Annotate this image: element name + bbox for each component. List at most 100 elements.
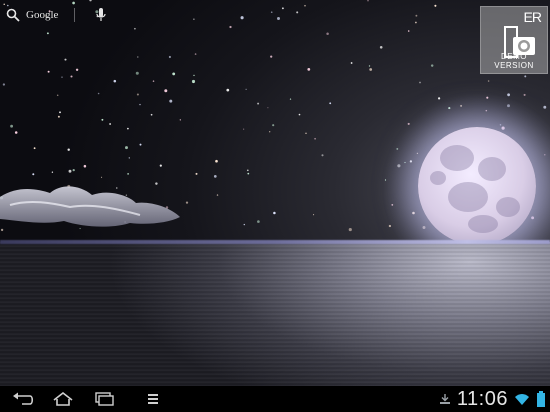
home-icon: [53, 392, 73, 406]
star: [169, 99, 173, 103]
star: [240, 16, 244, 20]
star: [270, 11, 273, 14]
star: [243, 128, 245, 130]
star: [368, 65, 371, 67]
search-icon[interactable]: [6, 8, 20, 22]
search-divider: [74, 8, 76, 22]
star: [164, 89, 168, 93]
star: [101, 118, 104, 121]
recent-apps-button[interactable]: [92, 390, 114, 408]
star: [136, 93, 139, 96]
star: [273, 211, 276, 215]
star: [379, 46, 383, 49]
star: [72, 168, 75, 172]
battery-icon: [537, 391, 545, 407]
star: [267, 107, 269, 109]
star: [57, 115, 60, 118]
status-area[interactable]: 11:06: [439, 389, 546, 409]
star: [524, 75, 527, 78]
watermark-text: DEMO VERSION: [494, 52, 534, 70]
star: [179, 119, 181, 121]
star: [350, 62, 353, 64]
home-button[interactable]: [52, 390, 74, 408]
star: [51, 171, 54, 173]
star: [270, 55, 273, 58]
recent-apps-icon: [95, 392, 114, 406]
star: [134, 27, 136, 30]
star: [3, 3, 5, 5]
star: [193, 74, 195, 77]
mic-icon[interactable]: [95, 7, 107, 23]
star: [269, 131, 271, 133]
live-wallpaper: [0, 0, 550, 386]
star: [59, 111, 61, 114]
star: [243, 223, 246, 226]
star: [367, 0, 369, 2]
star: [314, 137, 316, 140]
clock[interactable]: 11:06: [457, 389, 508, 409]
star: [215, 159, 218, 163]
star: [67, 148, 70, 151]
search-label[interactable]: Google: [26, 9, 58, 21]
star: [487, 80, 490, 82]
star: [246, 169, 249, 172]
star: [193, 18, 195, 20]
star: [89, 0, 92, 2]
watermark-letters: ER: [523, 9, 542, 25]
star: [430, 64, 434, 67]
cloud: [0, 186, 180, 227]
google-search-bar[interactable]: Google: [6, 5, 107, 25]
system-navigation-bar: 11:06: [0, 386, 550, 412]
star: [150, 113, 153, 116]
star: [419, 81, 421, 84]
star: [168, 55, 171, 59]
star: [434, 4, 437, 7]
star: [313, 214, 315, 216]
star: [159, 164, 162, 167]
star: [61, 76, 63, 78]
star: [321, 154, 324, 157]
star: [415, 21, 417, 24]
star: [195, 172, 198, 175]
star: [245, 88, 247, 90]
star: [70, 75, 73, 78]
star: [47, 70, 50, 73]
star: [329, 102, 332, 105]
star: [304, 4, 306, 7]
menu-icon: [148, 394, 158, 404]
star: [68, 169, 72, 173]
star: [127, 127, 129, 130]
star: [407, 30, 410, 32]
star: [289, 98, 292, 100]
star: [194, 53, 197, 55]
star: [257, 220, 260, 223]
star: [113, 79, 117, 83]
download-icon: [439, 394, 450, 404]
star: [135, 71, 139, 75]
star: [64, 58, 67, 61]
sea: [0, 242, 550, 386]
star: [277, 17, 280, 20]
star: [109, 123, 111, 125]
star: [369, 68, 373, 71]
star: [326, 32, 329, 35]
star: [10, 124, 14, 128]
star: [97, 92, 100, 95]
star: [272, 124, 275, 127]
star: [2, 83, 6, 86]
menu-button[interactable]: [142, 390, 164, 408]
star: [226, 88, 230, 92]
star: [257, 102, 260, 105]
star: [152, 80, 155, 82]
star: [348, 228, 352, 232]
back-button[interactable]: [12, 390, 34, 408]
star: [307, 68, 311, 71]
star: [523, 93, 526, 96]
star: [137, 56, 139, 58]
star: [83, 164, 87, 168]
star: [415, 14, 418, 17]
back-icon: [13, 392, 34, 405]
star: [247, 172, 250, 175]
star: [14, 131, 18, 134]
moon: [418, 127, 536, 245]
